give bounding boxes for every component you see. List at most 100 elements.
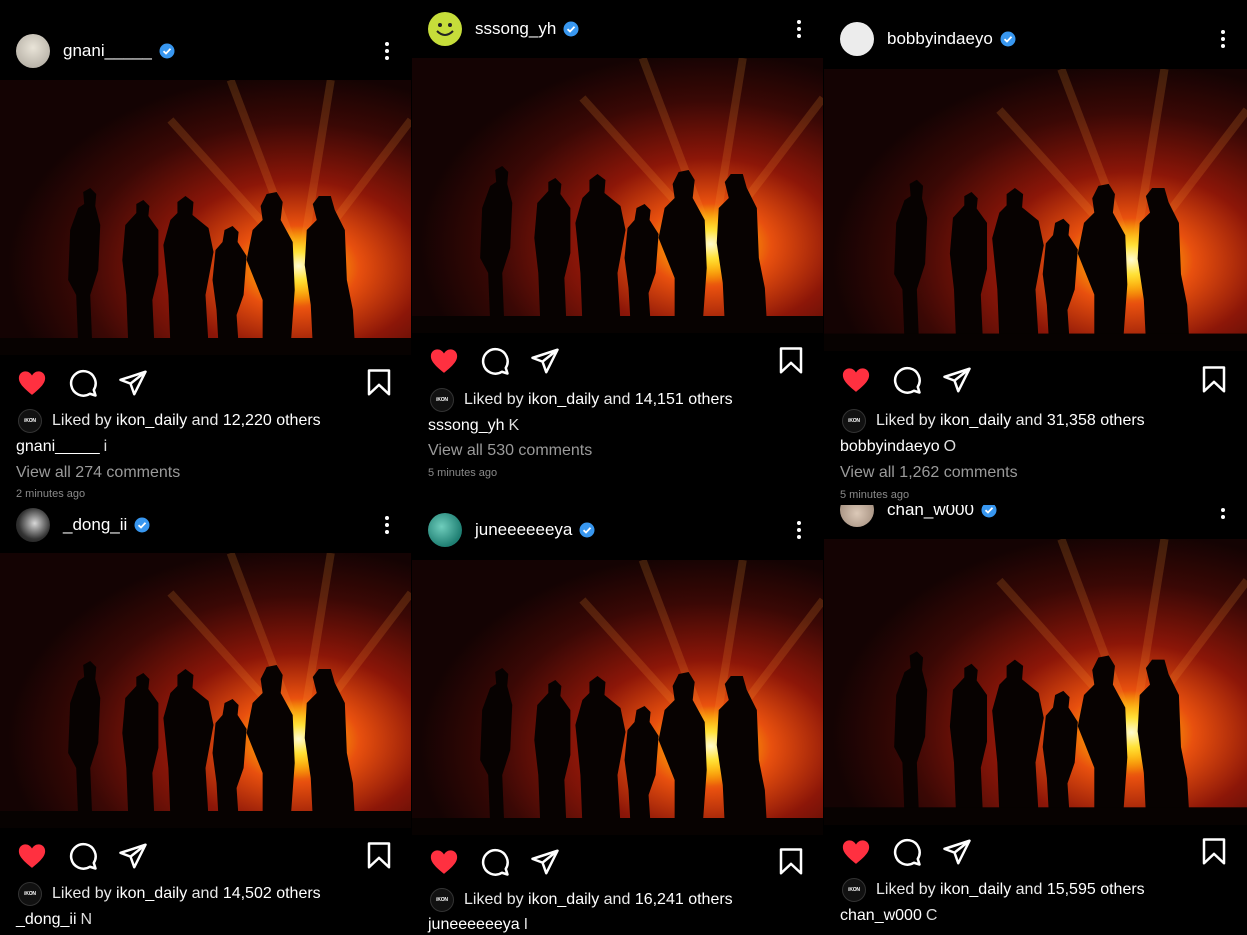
ikon-logo-icon: iKON <box>430 888 454 912</box>
heart-icon[interactable] <box>429 847 459 877</box>
likes-line: iKON Liked by ikon_daily and 31,358 othe… <box>842 409 1145 433</box>
paper-plane-icon[interactable] <box>942 365 972 395</box>
ikon-logo-icon: iKON <box>430 388 454 412</box>
bookmark-icon[interactable] <box>776 346 806 376</box>
more-vertical-icon[interactable] <box>789 517 809 543</box>
liked-by-and: and <box>603 891 631 908</box>
caption-username[interactable]: juneeeeeeya <box>428 916 520 933</box>
post-photo[interactable] <box>824 539 1247 825</box>
verified-badge-icon <box>159 43 175 59</box>
liker-username[interactable]: ikon_daily <box>940 412 1011 430</box>
feed-post: bobbyindaeyo iKON Liked by ikon_daily an… <box>824 0 1247 505</box>
post-photo[interactable] <box>412 58 823 333</box>
timestamp: 5 minutes ago <box>428 467 498 479</box>
caption: chan_w000 C <box>840 907 937 925</box>
paper-plane-icon[interactable] <box>118 841 148 871</box>
bookmark-icon[interactable] <box>1199 365 1229 395</box>
paper-plane-icon[interactable] <box>942 837 972 867</box>
liked-by-and: and <box>1015 412 1043 429</box>
more-vertical-icon[interactable] <box>377 512 397 538</box>
timestamp: 5 minutes ago <box>840 489 910 501</box>
heart-icon[interactable] <box>841 365 871 395</box>
liker-username[interactable]: ikon_daily <box>528 891 599 909</box>
paper-plane-icon[interactable] <box>530 346 560 376</box>
liked-by-count[interactable]: 15,595 others <box>1047 881 1145 899</box>
more-vertical-icon[interactable] <box>377 38 397 64</box>
caption-username[interactable]: gnani_____ <box>16 438 100 455</box>
more-vertical-icon[interactable] <box>789 16 809 42</box>
post-photo[interactable] <box>412 560 823 835</box>
liked-by-prefix: Liked by <box>464 891 524 908</box>
avatar[interactable] <box>840 22 874 56</box>
liked-by-count[interactable]: 14,502 others <box>223 885 321 903</box>
likes-line: iKON Liked by ikon_daily and 15,595 othe… <box>842 878 1145 902</box>
caption-username[interactable]: sssong_yh <box>428 417 505 434</box>
username[interactable]: _dong_ii <box>63 515 127 535</box>
verified-badge-icon <box>134 517 150 533</box>
view-all-comments-link[interactable]: View all 530 comments <box>428 442 592 460</box>
liker-username[interactable]: ikon_daily <box>528 391 599 409</box>
bookmark-icon[interactable] <box>1199 837 1229 867</box>
verified-badge-icon <box>981 505 997 518</box>
avatar[interactable] <box>428 513 462 547</box>
bookmark-icon[interactable] <box>364 368 394 398</box>
liker-username[interactable]: ikon_daily <box>116 885 187 903</box>
likes-line: iKON Liked by ikon_daily and 14,502 othe… <box>18 882 321 906</box>
username[interactable]: chan_w000 <box>887 505 974 520</box>
liked-by-prefix: Liked by <box>464 391 524 408</box>
action-bar <box>412 841 823 881</box>
caption: _dong_ii N <box>16 911 92 929</box>
username[interactable]: gnani_____ <box>63 41 152 61</box>
comment-bubble-icon[interactable] <box>68 841 98 871</box>
comment-bubble-icon[interactable] <box>892 837 922 867</box>
post-photo[interactable] <box>0 553 411 828</box>
comment-bubble-icon[interactable] <box>480 847 510 877</box>
avatar[interactable] <box>16 508 50 542</box>
liked-by-prefix: Liked by <box>876 412 936 429</box>
comment-bubble-icon[interactable] <box>68 368 98 398</box>
caption-username[interactable]: bobbyindaeyo <box>840 438 940 455</box>
liked-by-count[interactable]: 16,241 others <box>635 891 733 909</box>
caption-text: I <box>523 916 529 933</box>
avatar[interactable] <box>16 34 50 68</box>
heart-icon[interactable] <box>17 841 47 871</box>
avatar[interactable] <box>428 12 462 46</box>
username[interactable]: sssong_yh <box>475 19 556 39</box>
caption-text: i <box>103 438 108 455</box>
paper-plane-icon[interactable] <box>530 847 560 877</box>
feed-post: juneeeeeeya iKON Liked by ikon_daily and… <box>412 505 823 935</box>
view-all-comments-link[interactable]: View all 274 comments <box>16 464 180 482</box>
liked-by-prefix: Liked by <box>52 412 112 429</box>
likes-line: iKON Liked by ikon_daily and 16,241 othe… <box>430 888 733 912</box>
liker-username[interactable]: ikon_daily <box>940 881 1011 899</box>
post-photo[interactable] <box>824 69 1247 351</box>
heart-icon[interactable] <box>429 346 459 376</box>
bookmark-icon[interactable] <box>776 847 806 877</box>
ikon-logo-icon: iKON <box>18 882 42 906</box>
bookmark-icon[interactable] <box>364 841 394 871</box>
liked-by-prefix: Liked by <box>52 885 112 902</box>
caption-username[interactable]: _dong_ii <box>16 911 77 928</box>
avatar[interactable] <box>840 505 874 527</box>
more-vertical-icon[interactable] <box>1213 505 1233 523</box>
verified-badge-icon <box>563 21 579 37</box>
caption-username[interactable]: chan_w000 <box>840 907 922 924</box>
view-all-comments-link[interactable]: View all 1,262 comments <box>840 464 1018 482</box>
ikon-logo-icon: iKON <box>18 409 42 433</box>
comment-bubble-icon[interactable] <box>892 365 922 395</box>
liked-by-count[interactable]: 14,151 others <box>635 391 733 409</box>
likes-line: iKON Liked by ikon_daily and 12,220 othe… <box>18 409 321 433</box>
comment-bubble-icon[interactable] <box>480 346 510 376</box>
liked-by-count[interactable]: 12,220 others <box>223 412 321 430</box>
liked-by-count[interactable]: 31,358 others <box>1047 412 1145 430</box>
post-header: bobbyindaeyo <box>824 14 1247 64</box>
liked-by-and: and <box>603 391 631 408</box>
more-vertical-icon[interactable] <box>1213 26 1233 52</box>
username[interactable]: juneeeeeeya <box>475 520 572 540</box>
liker-username[interactable]: ikon_daily <box>116 412 187 430</box>
heart-icon[interactable] <box>841 837 871 867</box>
heart-icon[interactable] <box>17 368 47 398</box>
paper-plane-icon[interactable] <box>118 368 148 398</box>
post-photo[interactable] <box>0 80 411 355</box>
username[interactable]: bobbyindaeyo <box>887 29 993 49</box>
